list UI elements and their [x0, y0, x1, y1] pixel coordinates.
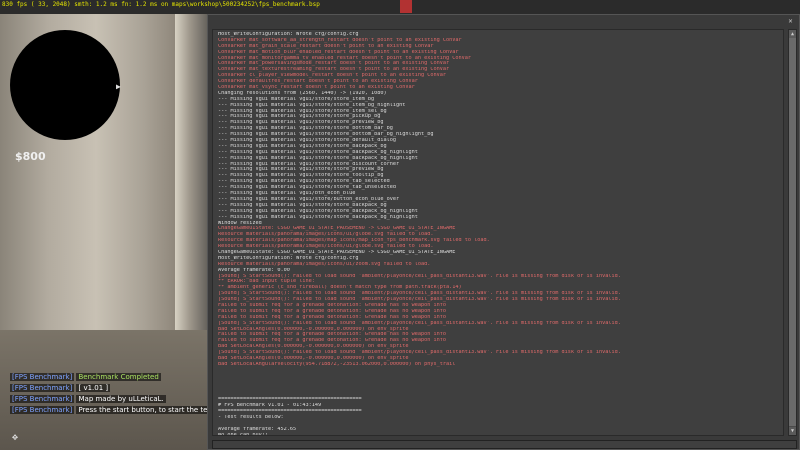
net-graph-bar: 830 fps ( 33, 2048) smth: 1.2 ms fn: 1.2… — [0, 0, 800, 14]
scroll-up-icon[interactable]: ▲ — [789, 30, 796, 38]
chat-tag: [FPS Benchmark] — [10, 373, 75, 381]
weapon-icon: ✥ — [12, 432, 19, 443]
console-scrollbar[interactable]: ▲ ▼ — [788, 29, 797, 436]
chat-line: [FPS Benchmark] [ v1.01 ] — [10, 383, 218, 394]
perf-readout: 830 fps ( 33, 2048) smth: 1.2 ms fn: 1.2… — [2, 1, 320, 8]
money-display: $800 — [15, 150, 46, 163]
scroll-down-icon[interactable]: ▼ — [789, 427, 796, 435]
scroll-thumb[interactable] — [789, 38, 796, 426]
record-indicator-icon — [400, 0, 412, 13]
chat-tag: [FPS Benchmark] — [10, 384, 75, 392]
chat-message: Benchmark Completed — [76, 373, 161, 381]
close-icon[interactable]: ✕ — [786, 17, 795, 26]
console-window[interactable]: ✕ Host_WriteConfiguration: Wrote cfg/con… — [207, 14, 800, 450]
chat-feed: [FPS Benchmark] Benchmark Completed [FPS… — [10, 372, 219, 416]
chat-line: [FPS Benchmark] Map made by uLLeticaL. — [10, 394, 218, 405]
console-output: Host_WriteConfiguration: Wrote cfg/confi… — [212, 29, 784, 436]
chat-message: Press the start button, to start the tes… — [76, 406, 219, 414]
chat-tag: [FPS Benchmark] — [10, 395, 75, 403]
chat-line: [FPS Benchmark] Press the start button, … — [10, 405, 219, 416]
chat-line: [FPS Benchmark] Benchmark Completed — [10, 372, 218, 383]
chat-tag: [FPS Benchmark] — [10, 406, 75, 414]
console-line: No one can buy!! — [218, 432, 268, 436]
console-input[interactable] — [212, 440, 797, 449]
chat-message: [ v1.01 ] — [76, 384, 111, 392]
chat-message: Map made by uLLeticaL. — [76, 395, 166, 403]
radar-arrow-icon: ▶ — [116, 82, 121, 91]
radar — [10, 30, 120, 140]
